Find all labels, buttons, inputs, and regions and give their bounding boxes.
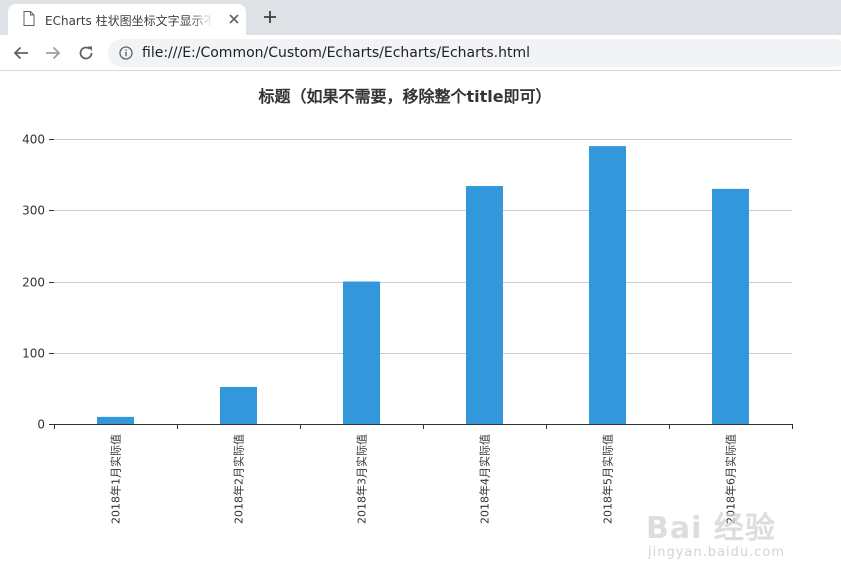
bar <box>220 386 257 424</box>
bar <box>589 146 626 424</box>
address-bar[interactable]: file:///E:/Common/Custom/Echarts/Echarts… <box>108 39 841 67</box>
bar-chart: 0 100 200 300 400 2018年1月实际值 2018年2月实际值 2018年3月… <box>22 133 793 524</box>
tab-strip: ECharts 柱状图坐标文字显示不全 <box>0 0 841 35</box>
plus-icon[interactable] <box>261 8 279 26</box>
y-tick-label: 100 <box>22 347 45 361</box>
bar <box>97 416 134 424</box>
forward-arrow-icon[interactable] <box>44 44 62 62</box>
y-tick-label: 200 <box>22 276 45 290</box>
bar <box>466 186 503 424</box>
tab-title-fade <box>191 10 213 30</box>
reload-icon[interactable] <box>77 44 95 62</box>
bar <box>712 188 749 424</box>
bar <box>343 281 380 424</box>
info-icon[interactable] <box>119 46 133 60</box>
url-text: file:///E:/Common/Custom/Echarts/Echarts… <box>142 45 530 61</box>
y-tick-label: 300 <box>22 204 45 218</box>
watermark-url: jingyan.baidu.com <box>648 545 785 560</box>
browser-tab[interactable]: ECharts 柱状图坐标文字显示不全 <box>8 4 246 35</box>
page-icon <box>23 11 35 26</box>
back-arrow-icon[interactable] <box>12 44 30 62</box>
x-category-label: 2018年5月实际值 <box>601 434 615 524</box>
y-tick-label: 400 <box>22 133 45 147</box>
watermark-brand: Bai 经验 <box>646 511 776 546</box>
x-category-label: 2018年1月实际值 <box>109 434 123 524</box>
browser-toolbar: file:///E:/Common/Custom/Echarts/Echarts… <box>0 35 841 71</box>
page-content: 标题（如果不需要，移除整个title即可） 0 100 200 300 400 2018年… <box>0 71 841 576</box>
tab-title: ECharts 柱状图坐标文字显示不全 <box>45 14 211 28</box>
x-category-label: 2018年3月实际值 <box>355 434 369 524</box>
y-tick-label: 0 <box>37 418 45 432</box>
x-category-label: 2018年2月实际值 <box>232 434 246 524</box>
watermark: Bai 经验 jingyan.baidu.com <box>646 503 841 573</box>
close-icon[interactable] <box>228 13 240 25</box>
x-category-label: 2018年4月实际值 <box>478 434 492 524</box>
